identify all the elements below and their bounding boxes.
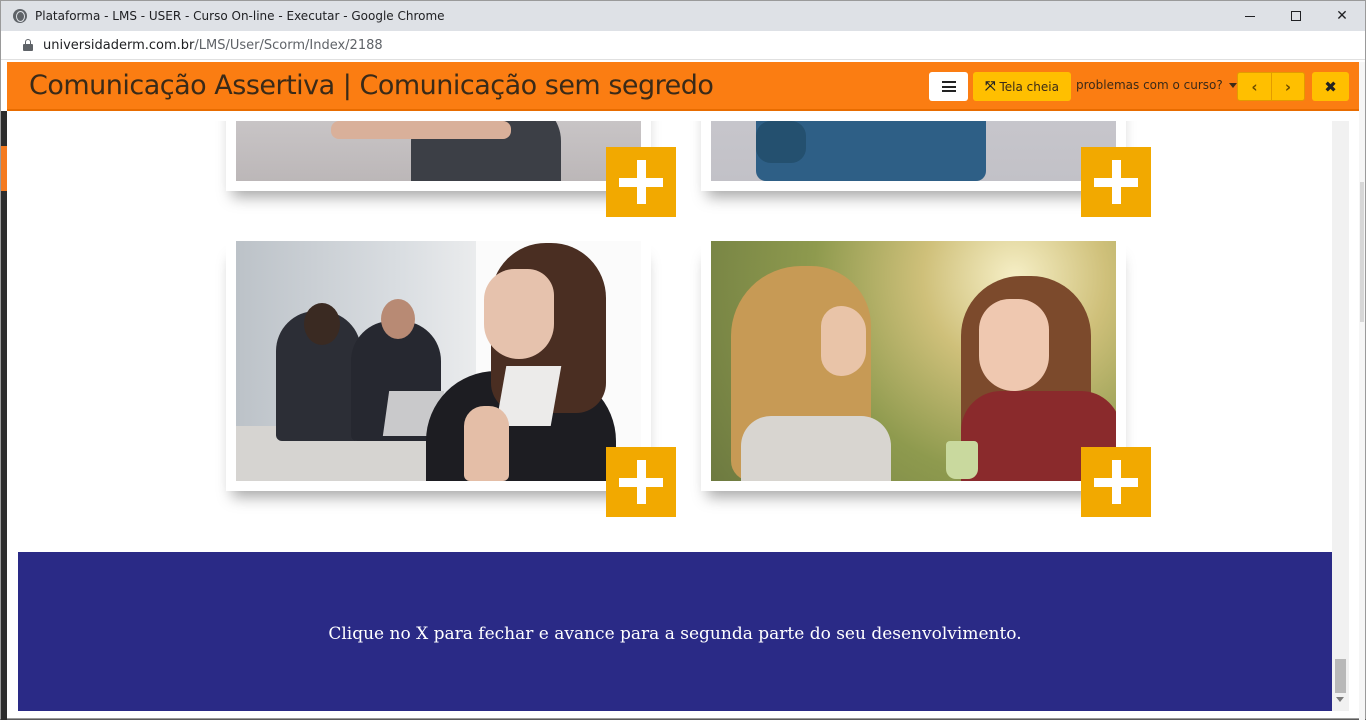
fullscreen-button[interactable]: ⤧ Tela cheia: [973, 72, 1071, 101]
instruction-banner: Clique no X para fechar e avance para a …: [18, 552, 1332, 711]
browser-window: Plataforma - LMS - USER - Curso On-line …: [0, 0, 1366, 720]
minimize-icon: [1245, 15, 1255, 17]
window-title: Plataforma - LMS - USER - Curso On-line …: [35, 9, 445, 23]
photo-meditating-woman: [236, 241, 641, 481]
card-top-right: [701, 121, 1126, 191]
course-content: Clique no X para fechar e avance para a …: [18, 121, 1332, 711]
card-conversation: [701, 241, 1126, 491]
content-scrollbar[interactable]: [1332, 121, 1349, 711]
window-controls: ✕: [1227, 1, 1365, 31]
minimize-button[interactable]: [1227, 1, 1273, 31]
caret-down-icon: [1228, 82, 1237, 88]
card-top-left: [226, 121, 651, 191]
outer-scrollbar: [1359, 62, 1365, 720]
list-icon: [941, 81, 956, 92]
chevron-right-icon: ›: [1284, 77, 1292, 96]
close-icon: ✕: [1336, 8, 1348, 24]
title-bar: Plataforma - LMS - USER - Curso On-line …: [1, 1, 1365, 31]
card-meditation: [226, 241, 651, 491]
plus-button-meditation[interactable]: [606, 447, 676, 517]
address-bar[interactable]: universidaderm.com.br/LMS/User/Scorm/Ind…: [1, 31, 1365, 60]
plus-button-top-right[interactable]: [1081, 147, 1151, 217]
close-x-icon: ✖: [1324, 77, 1337, 96]
plus-button-top-left[interactable]: [606, 147, 676, 217]
lock-icon[interactable]: [23, 39, 33, 51]
fullscreen-label: Tela cheia: [999, 79, 1059, 94]
photo-pointing-woman: [236, 121, 641, 181]
photo-denim-man: [711, 121, 1116, 181]
maximize-icon: [1291, 11, 1301, 21]
instruction-text: Clique no X para fechar e avance para a …: [328, 623, 1022, 644]
url-host: universidaderm.com.br: [43, 37, 195, 53]
previous-button[interactable]: ‹: [1238, 73, 1271, 100]
expand-icon: ⤧: [985, 79, 996, 94]
course-title: Comunicação Assertiva | Comunicação sem …: [29, 70, 714, 101]
scroll-down-arrow-icon[interactable]: [1336, 697, 1344, 702]
plus-button-conversation[interactable]: [1081, 447, 1151, 517]
problems-dropdown[interactable]: problemas com o curso?: [1076, 78, 1237, 92]
scrollbar-thumb[interactable]: [1335, 659, 1346, 693]
background-strip: [1, 111, 7, 720]
url-path: /LMS/User/Scorm/Index/2188: [194, 37, 383, 53]
photo-two-women-talking: [711, 241, 1116, 481]
page-navigation: ‹ ›: [1237, 72, 1305, 101]
menu-list-button[interactable]: [929, 72, 968, 101]
maximize-button[interactable]: [1273, 1, 1319, 31]
close-course-button[interactable]: ✖: [1312, 72, 1349, 101]
url-text[interactable]: universidaderm.com.br/LMS/User/Scorm/Ind…: [43, 38, 383, 53]
course-header: Comunicação Assertiva | Comunicação sem …: [7, 62, 1359, 111]
next-button[interactable]: ›: [1271, 73, 1304, 100]
problems-label: problemas com o curso?: [1076, 78, 1223, 92]
chevron-left-icon: ‹: [1251, 77, 1258, 96]
globe-icon: [13, 9, 27, 23]
close-window-button[interactable]: ✕: [1319, 1, 1365, 31]
